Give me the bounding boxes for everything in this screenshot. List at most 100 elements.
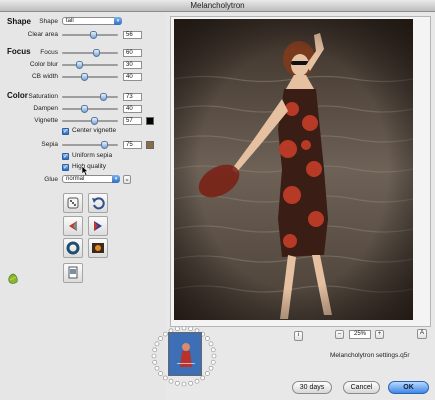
slider-knob[interactable] bbox=[90, 31, 98, 39]
slider-knob[interactable] bbox=[99, 93, 107, 101]
focus-slider[interactable] bbox=[62, 49, 118, 57]
sepia-slider[interactable] bbox=[62, 141, 118, 149]
slider-track bbox=[62, 108, 118, 110]
info-button[interactable]: i bbox=[294, 331, 303, 341]
dampen-slider[interactable] bbox=[62, 105, 118, 113]
saturation-slider[interactable] bbox=[62, 93, 118, 101]
undo-button[interactable] bbox=[88, 193, 108, 213]
preview-image[interactable] bbox=[174, 19, 413, 320]
shape-select-value: tall bbox=[66, 18, 74, 24]
shape-label: Shape bbox=[39, 18, 58, 25]
vignette-ring-icon bbox=[66, 241, 80, 255]
navigator-dot bbox=[168, 378, 174, 384]
color-blur-value[interactable]: 30 bbox=[123, 61, 142, 69]
navigator-dot bbox=[208, 365, 214, 371]
navigator-dot bbox=[194, 378, 200, 384]
slider-knob[interactable] bbox=[81, 105, 89, 113]
center-vignette-label: Center vignette bbox=[72, 127, 117, 134]
settings-filename: Melancholytron settings.q5r bbox=[330, 352, 410, 359]
slider-knob[interactable] bbox=[101, 141, 108, 149]
uniform-sepia-checkbox[interactable]: ✓ Uniform sepia bbox=[62, 152, 112, 160]
navigator-dot bbox=[188, 326, 193, 332]
navigator-dot bbox=[211, 353, 217, 359]
sepia-label: Sepia bbox=[41, 141, 58, 148]
glue-options-button[interactable]: •• bbox=[123, 175, 131, 184]
navigator-dot bbox=[152, 359, 158, 365]
color-blur-slider[interactable] bbox=[62, 61, 118, 69]
navigator-dot bbox=[175, 326, 180, 332]
glue-select-value: normal bbox=[66, 176, 85, 182]
checkmark-icon: ✓ bbox=[62, 128, 69, 135]
dampen-value[interactable]: 40 bbox=[123, 105, 142, 113]
color-blur-label: Color blur bbox=[29, 61, 58, 68]
zoom-in-button[interactable]: + bbox=[375, 330, 384, 339]
sepia-value[interactable]: 75 bbox=[123, 141, 142, 149]
random-dice-button[interactable] bbox=[63, 193, 83, 213]
slider-track bbox=[62, 52, 118, 54]
vignette-ring-button[interactable] bbox=[63, 238, 83, 258]
vignette-color-swatch[interactable] bbox=[146, 117, 154, 125]
preview-left-icon bbox=[69, 221, 77, 231]
shape-select[interactable]: tall ▾ bbox=[62, 17, 122, 25]
ok-button[interactable]: OK bbox=[388, 381, 429, 394]
info-icon: i bbox=[297, 332, 300, 338]
slider-track bbox=[62, 64, 118, 66]
film-image-icon bbox=[92, 243, 104, 253]
center-vignette-checkbox[interactable]: ✓ Center vignette bbox=[62, 127, 116, 135]
cancel-button[interactable]: Cancel bbox=[343, 381, 380, 394]
navigator-dot bbox=[158, 336, 163, 341]
woman-dress-photo bbox=[174, 19, 413, 320]
cb-width-value[interactable]: 40 bbox=[123, 73, 142, 81]
navigator-dot bbox=[208, 341, 214, 347]
window-title: Melancholytron bbox=[190, 1, 245, 10]
save-image-icon bbox=[68, 266, 78, 279]
vignette-label: Vignette bbox=[34, 117, 58, 124]
random-dice-icon bbox=[67, 197, 79, 209]
focus-value[interactable]: 60 bbox=[123, 49, 142, 57]
trial-days-button[interactable]: 30 days bbox=[292, 381, 332, 394]
chevron-updown-icon: ▾ bbox=[114, 17, 122, 25]
uniform-sepia-label: Uniform sepia bbox=[72, 152, 113, 159]
clear-area-slider[interactable] bbox=[62, 31, 118, 39]
preview-left-button[interactable] bbox=[63, 216, 83, 236]
preview-right-button[interactable] bbox=[88, 216, 108, 236]
cb-width-slider[interactable] bbox=[62, 73, 118, 81]
navigator-dot bbox=[154, 341, 160, 347]
clear-area-value[interactable]: 56 bbox=[123, 31, 142, 39]
slider-knob[interactable] bbox=[75, 61, 83, 69]
zoom-level-field[interactable]: 25% bbox=[349, 330, 371, 339]
navigator-dot bbox=[151, 353, 157, 359]
navigator-dot bbox=[205, 336, 210, 341]
navigator-dot bbox=[154, 365, 160, 371]
slider-track bbox=[62, 76, 118, 78]
film-image-button[interactable] bbox=[88, 238, 108, 258]
chevron-updown-icon: ▾ bbox=[112, 175, 120, 183]
glue-select[interactable]: normal ▾ bbox=[62, 175, 120, 183]
navigator-dot bbox=[181, 381, 187, 387]
vignette-slider[interactable] bbox=[62, 117, 118, 125]
cb-width-label: CB width bbox=[31, 73, 58, 80]
save-image-button[interactable] bbox=[63, 263, 83, 283]
clear-area-label: Clear area bbox=[27, 31, 58, 38]
navigator-dot bbox=[152, 347, 158, 353]
sepia-color-swatch[interactable] bbox=[146, 141, 154, 149]
slider-knob[interactable] bbox=[81, 73, 89, 81]
navigator-thumbnail[interactable] bbox=[168, 332, 202, 376]
navigator-dot bbox=[175, 380, 180, 386]
zoom-out-button[interactable]: – bbox=[335, 330, 344, 339]
slider-track bbox=[62, 144, 118, 146]
window-titlebar: Melancholytron bbox=[0, 0, 435, 12]
slider-knob[interactable] bbox=[90, 117, 98, 125]
undo-arrow-icon bbox=[92, 197, 105, 210]
vignette-value[interactable]: 57 bbox=[123, 117, 142, 125]
navigator-dot bbox=[162, 331, 168, 337]
saturation-value[interactable]: 73 bbox=[123, 93, 142, 101]
glue-label: Glue bbox=[44, 176, 58, 183]
checkmark-icon: ✓ bbox=[62, 153, 69, 160]
saturation-label: Saturation bbox=[28, 93, 58, 100]
slider-track bbox=[62, 96, 118, 98]
corner-a-button[interactable]: A bbox=[417, 329, 427, 339]
slider-knob[interactable] bbox=[92, 49, 100, 57]
preview-right-icon bbox=[94, 221, 102, 231]
dampen-label: Dampen bbox=[33, 105, 58, 112]
